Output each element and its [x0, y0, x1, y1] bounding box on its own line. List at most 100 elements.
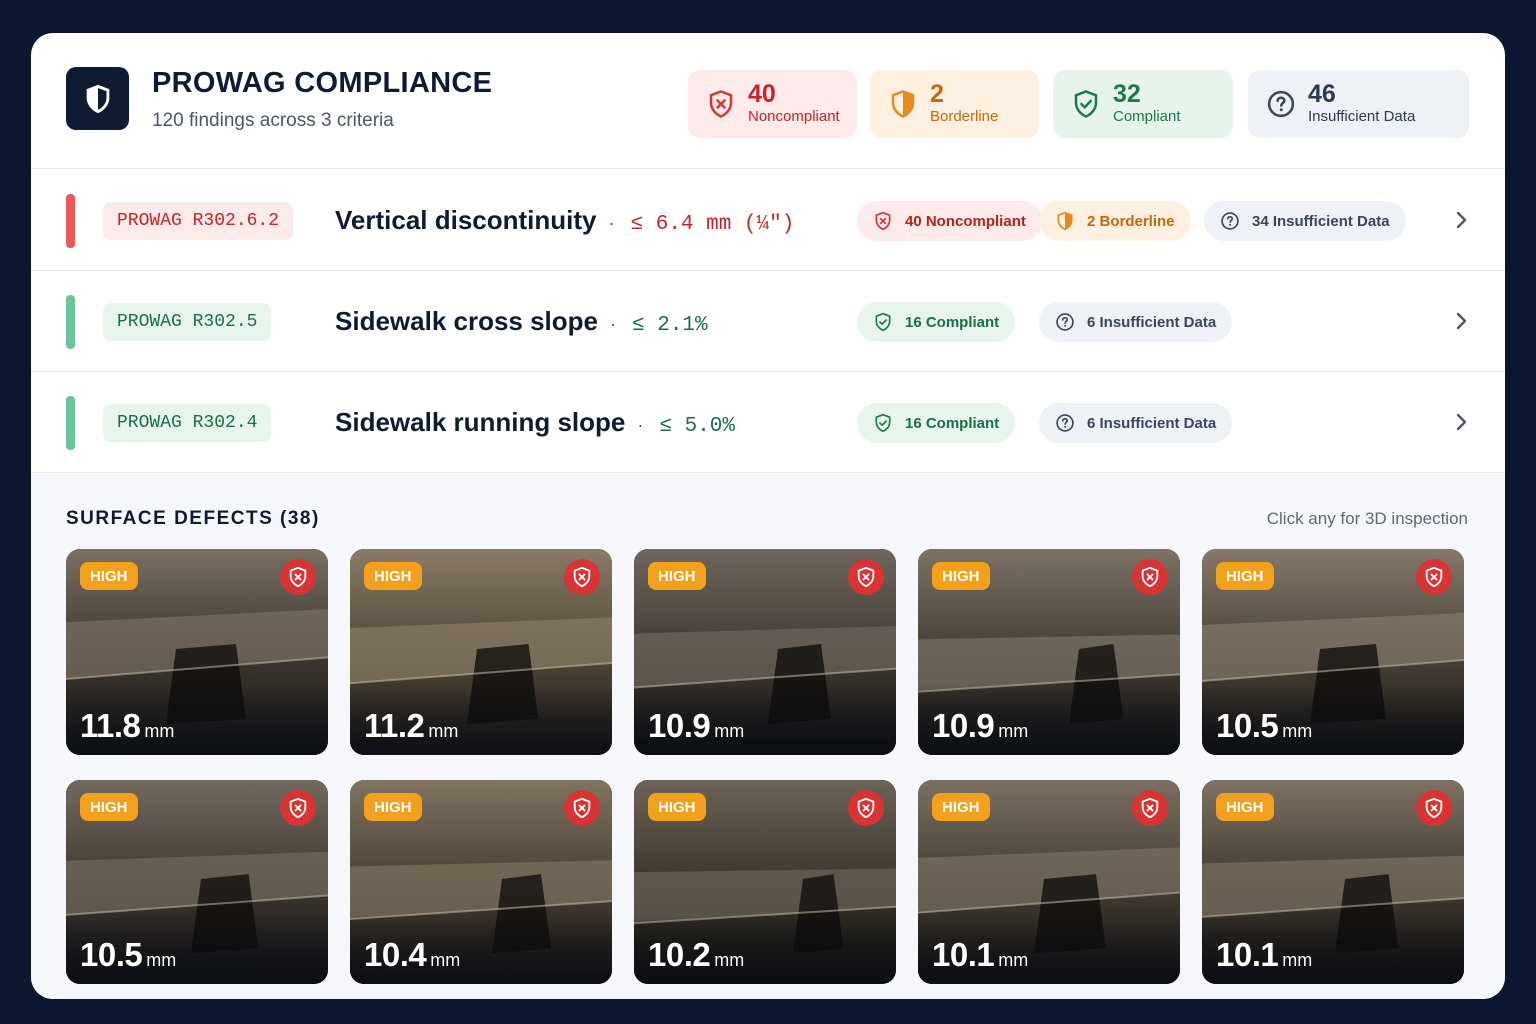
summary-count: 46: [1308, 80, 1336, 108]
noncompliant-flag: [1416, 559, 1452, 595]
measurement-unit: mm: [428, 721, 459, 741]
separator-dot: ·: [637, 415, 644, 435]
summary-label: Compliant: [1113, 108, 1181, 125]
pill-label: 16 Compliant: [905, 414, 1000, 432]
measurement-unit: mm: [1282, 950, 1313, 970]
pill-insufficient-data[interactable]: 6 Insufficient Data: [1039, 403, 1233, 443]
measurement-unit: mm: [714, 950, 745, 970]
pill-label: 40 Noncompliant: [905, 212, 1026, 230]
rule-row-running-slope[interactable]: PROWAG R302.4 Sidewalk running slope · ≤ 5…: [31, 372, 1505, 473]
section-title: SURFACE DEFECTS (38): [66, 508, 320, 529]
status-bar: [66, 396, 75, 450]
shield-x-icon: [573, 797, 591, 819]
defect-tile[interactable]: HIGH 10.5 mm: [66, 780, 328, 984]
shield-x-icon: [1425, 566, 1443, 588]
measurement-value: 10.9: [648, 707, 711, 744]
measurement-value: 10.1: [932, 936, 995, 973]
noncompliant-flag: [848, 559, 884, 595]
pill-insufficient-data[interactable]: 6 Insufficient Data: [1039, 302, 1233, 342]
rule-title-text: Sidewalk cross slope: [335, 306, 599, 336]
measurement-unit: mm: [430, 950, 461, 970]
summary-insufficient-data[interactable]: 46 Insufficient Data: [1248, 70, 1469, 138]
defect-tile[interactable]: HIGH 10.1 mm: [918, 780, 1180, 984]
defect-tile[interactable]: HIGH 10.9 mm: [918, 549, 1180, 755]
rule-threshold: ≤ 6.4 mm (¼"): [630, 213, 795, 236]
defect-tile[interactable]: HIGH 10.2 mm: [634, 780, 896, 984]
severity-badge: HIGH: [1216, 562, 1274, 590]
defect-measurement: 10.5 mm: [1216, 707, 1312, 745]
defect-tile[interactable]: HIGH 10.5 mm: [1202, 549, 1464, 755]
question-circle-icon: [1056, 313, 1074, 331]
defect-measurement: 10.1 mm: [932, 936, 1028, 974]
separator-dot: ·: [610, 314, 617, 334]
chevron-right-icon[interactable]: [1449, 410, 1473, 434]
rule-code: PROWAG R302.4: [103, 404, 272, 442]
measurement-unit: mm: [1282, 721, 1313, 741]
defect-measurement: 10.1 mm: [1216, 936, 1312, 974]
shield-x-icon: [875, 211, 891, 231]
shield-x-icon: [857, 566, 875, 588]
shield-check-icon: [875, 413, 891, 433]
shield-x-icon: [289, 797, 307, 819]
defect-tile[interactable]: HIGH 11.8 mm: [66, 549, 328, 755]
summary-label: Insufficient Data: [1308, 108, 1416, 125]
rule-row-cross-slope[interactable]: PROWAG R302.5 Sidewalk cross slope · ≤ 2.1…: [31, 271, 1505, 372]
severity-badge: HIGH: [932, 793, 990, 821]
pill-insufficient-data[interactable]: 34 Insufficient Data: [1204, 201, 1406, 241]
shield-half-icon: [1057, 211, 1073, 231]
pill-compliant[interactable]: 16 Compliant: [857, 403, 1016, 443]
measurement-value: 10.4: [364, 936, 427, 973]
defect-tile[interactable]: HIGH 10.1 mm: [1202, 780, 1464, 984]
shield-x-icon: [289, 566, 307, 588]
severity-badge: HIGH: [648, 562, 706, 590]
summary-compliant[interactable]: 32 Compliant: [1053, 70, 1233, 138]
defect-tile[interactable]: HIGH 10.4 mm: [350, 780, 612, 984]
defect-tile[interactable]: HIGH 11.2 mm: [350, 549, 612, 755]
pill-borderline[interactable]: 2 Borderline: [1039, 201, 1191, 241]
rule-row-vertical-discontinuity[interactable]: PROWAG R302.6.2 Vertical discontinuity · ≤…: [31, 170, 1505, 271]
status-bar: [66, 194, 75, 248]
chevron-right-icon[interactable]: [1449, 309, 1473, 333]
summary-borderline[interactable]: 2 Borderline: [870, 70, 1039, 138]
rule-title: Vertical discontinuity · ≤ 6.4 mm (¼"): [335, 205, 794, 236]
severity-badge: HIGH: [648, 793, 706, 821]
severity-badge: HIGH: [80, 562, 138, 590]
question-circle-icon: [1221, 212, 1239, 230]
measurement-value: 10.5: [80, 936, 143, 973]
section-hint: Click any for 3D inspection: [1266, 509, 1468, 528]
compliance-card: PROWAG COMPLIANCE 120 findings across 3 …: [31, 33, 1505, 999]
severity-badge: HIGH: [364, 793, 422, 821]
defect-measurement: 11.8 mm: [80, 707, 174, 745]
measurement-unit: mm: [998, 950, 1029, 970]
defect-measurement: 11.2 mm: [364, 707, 458, 745]
rule-title-text: Vertical discontinuity: [335, 205, 597, 235]
pill-noncompliant[interactable]: 40 Noncompliant: [857, 201, 1042, 241]
chevron-right-icon[interactable]: [1449, 208, 1473, 232]
rule-code: PROWAG R302.6.2: [103, 202, 294, 240]
rule-title: Sidewalk cross slope · ≤ 2.1%: [335, 306, 708, 337]
page-title: PROWAG COMPLIANCE: [152, 67, 493, 99]
summary-label: Borderline: [930, 108, 999, 125]
shield-x-icon: [1141, 797, 1159, 819]
measurement-value: 10.9: [932, 707, 995, 744]
measurement-unit: mm: [144, 721, 175, 741]
noncompliant-flag: [564, 790, 600, 826]
measurement-value: 11.8: [80, 707, 141, 744]
shield-x-icon: [1141, 566, 1159, 588]
defect-tile[interactable]: HIGH 10.9 mm: [634, 549, 896, 755]
rule-title-text: Sidewalk running slope: [335, 407, 626, 437]
app-logo: [66, 67, 129, 130]
rule-code: PROWAG R302.5: [103, 303, 272, 341]
summary-noncompliant[interactable]: 40 Noncompliant: [688, 70, 857, 138]
shield-check-icon: [875, 312, 891, 332]
severity-badge: HIGH: [1216, 793, 1274, 821]
separator-dot: ·: [608, 213, 615, 233]
pill-compliant[interactable]: 16 Compliant: [857, 302, 1016, 342]
measurement-value: 11.2: [364, 707, 425, 744]
defect-measurement: 10.9 mm: [932, 707, 1028, 745]
pill-label: 6 Insufficient Data: [1087, 414, 1217, 432]
summary-count: 40: [748, 80, 776, 108]
noncompliant-flag: [564, 559, 600, 595]
rule-threshold: ≤ 2.1%: [632, 314, 708, 337]
summary-count: 32: [1113, 80, 1141, 108]
